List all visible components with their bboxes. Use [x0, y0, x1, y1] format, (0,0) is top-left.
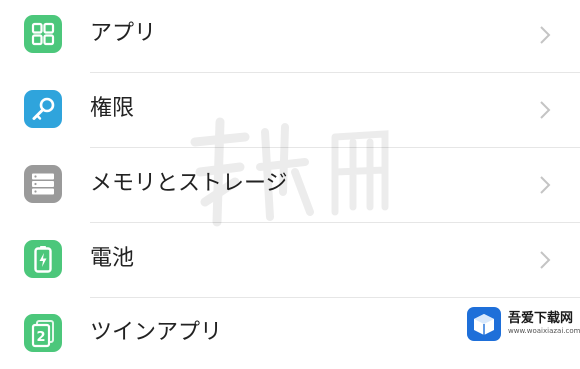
chevron-right-icon — [540, 101, 551, 119]
site-logo-icon — [467, 307, 501, 341]
settings-item-apps[interactable]: アプリ — [0, 0, 580, 70]
twin-apps-icon: 2 — [24, 314, 62, 352]
apps-grid-icon — [24, 15, 62, 53]
settings-item-label: アプリ — [90, 21, 157, 46]
chevron-right-icon — [540, 176, 551, 194]
battery-icon — [24, 240, 62, 278]
settings-item-label: 電池 — [90, 246, 135, 271]
watermark — [190, 117, 389, 227]
chevron-right-icon — [540, 26, 551, 44]
settings-item-label: ツインアプリ — [90, 320, 223, 345]
svg-text:2: 2 — [36, 330, 45, 345]
key-icon — [24, 90, 62, 128]
site-name: 吾爱下载网 — [508, 311, 574, 326]
chevron-right-icon — [540, 251, 551, 269]
settings-item-label: 権限 — [90, 96, 135, 121]
site-badge: 吾爱下载网 www.woaixiazai.com — [464, 304, 580, 344]
site-url: www.woaixiazai.com — [508, 327, 580, 335]
storage-icon — [24, 165, 62, 203]
